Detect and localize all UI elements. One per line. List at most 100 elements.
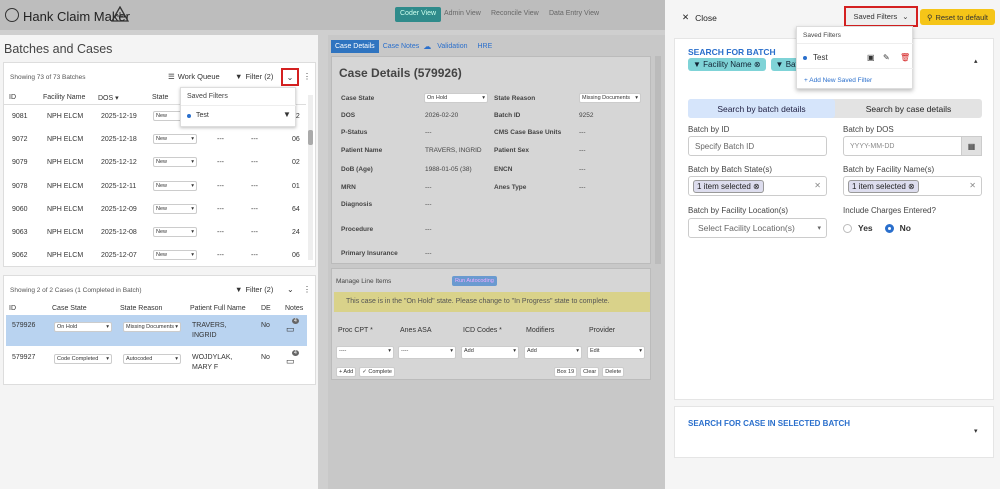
clear-button[interactable]: Clear [580,367,600,377]
scrollbar[interactable] [655,56,661,264]
col5-cell: --- [217,136,224,144]
caret-up-icon[interactable]: ▴ [974,57,978,65]
field-label: Primary Insurance [341,250,398,257]
line-item-input[interactable]: ---- ▾ [336,346,394,359]
add-line-button[interactable]: + Add [336,367,357,377]
tab-case-notes[interactable]: Case Notes [379,40,424,53]
bullet-icon [803,55,807,60]
state-reason-select[interactable]: Missing Documents ▾ [123,322,181,332]
case-col-reason[interactable]: State Reason [120,305,162,312]
radio-no[interactable] [884,223,894,233]
saved-filter-item-test[interactable]: Test [187,112,209,119]
tab-case-details[interactable]: Case Details [331,40,379,53]
case-col-name[interactable]: Patient Full Name [190,305,246,312]
col-facility[interactable]: Facility Name [43,94,85,101]
notes-count-badge: 4 [292,318,299,324]
save-icon[interactable]: ▣ [867,53,875,62]
facility-name-select[interactable]: 1 item selected ⊗ ✕ [843,176,982,196]
batch-state-select[interactable]: New▾ [153,203,197,214]
dos-cell: 2025-12-08 [101,229,137,236]
state-reason-select[interactable]: Autocoded ▾ [123,354,181,364]
radio-yes[interactable] [843,223,852,233]
batch-state-select[interactable]: New▾ [153,157,197,168]
delete-button[interactable]: Delete [602,367,625,377]
patient-name-cell: TRAVERS, [192,322,227,329]
edit-icon[interactable]: ✎ [883,53,890,62]
batch-id-cell: 9060 [12,205,28,213]
batch-filter-button[interactable]: ▼ Filter (2) [235,72,273,81]
facility-name-label: Batch by Facility Name(s) [843,165,935,174]
line-item-column-header: Proc CPT * [338,327,373,334]
case-filter-button[interactable]: ▼ Filter (2) [235,285,273,294]
line-item-column-header: Modifiers [526,327,555,334]
field-value: 2026-02-20 [425,112,459,119]
caret-down-icon: ▾ [388,348,391,354]
patient-name-cell: MARY F [192,364,219,371]
clear-icon[interactable]: ✕ [814,181,821,190]
field-value: --- [579,147,586,154]
nav-reconcile-view[interactable]: Reconcile View [486,7,544,22]
reset-default-button[interactable]: ⚲ Reset to default [920,9,995,25]
line-item-input[interactable]: Edit ▾ [587,346,645,359]
caret-down-icon[interactable]: ▾ [974,427,978,435]
notes-icon[interactable]: ▭ 4 [286,318,299,335]
kebab-menu-icon[interactable]: ⋮ [303,72,311,81]
case-state-select[interactable]: On Hold ▾ [424,93,488,103]
line-item-input[interactable]: Add ▾ [524,346,582,359]
case-details-title: Case Details (579926) [339,66,462,80]
saved-filter-toggle[interactable]: ⌄ [281,68,299,86]
case-col-notes[interactable]: Notes [285,305,303,312]
close-button[interactable]: ✕ Close [682,12,717,23]
clear-icon[interactable]: ✕ [969,181,976,190]
active-filter-chips: ▼ Facility Name ⊗ ▼ Bat [688,58,803,71]
batch-state-select[interactable]: New▾ [153,227,197,237]
caret-down-icon: ▾ [191,159,194,166]
col7-cell: 02 [292,159,300,167]
kebab-menu-icon[interactable]: ⋮ [303,285,311,294]
filter-icon[interactable]: ▼ [283,110,291,119]
trash-icon[interactable]: 🗑 [900,53,910,62]
line-item-input[interactable]: ---- ▾ [398,346,456,359]
scrollbar[interactable] [308,95,313,260]
saved-filters-button[interactable]: Saved Filters ⌄ [844,6,918,27]
case-state-select[interactable]: Code Completed ▾ [54,354,112,364]
batch-state-select[interactable]: New▾ [153,180,197,191]
state-reason-select[interactable]: Missing Documents ▾ [579,93,641,103]
tab-search-batch-details[interactable]: Search by batch details [688,99,835,118]
batch-id-input[interactable]: Specify Batch ID [688,136,827,156]
case-col-id[interactable]: ID [9,305,16,312]
chip-facility-name[interactable]: ▼ Facility Name ⊗ [688,58,766,71]
col-state[interactable]: State [152,94,168,101]
sf-item-test[interactable]: Test [803,53,828,62]
tab-validation[interactable]: Validation [431,40,473,53]
nav-coder-view[interactable]: Coder View [395,7,442,22]
complete-button[interactable]: ✓ Complete [359,367,395,377]
tab-search-case-details[interactable]: Search by case details [835,99,982,118]
chevron-down-icon[interactable]: ⌄ [287,285,294,294]
run-autocoding-button[interactable]: Run Autocoding [452,276,497,286]
caret-down-icon: ▾ [576,348,579,354]
case-col-state[interactable]: Case State [52,305,87,312]
notes-icon[interactable]: ▭ 4 [286,350,299,367]
facility-location-select[interactable]: Select Facility Location(s) ▾ [688,218,827,238]
col-dos[interactable]: DOS ▾ [98,94,119,102]
batches-count: Showing 73 of 73 Batches [10,74,86,81]
field-value: TRAVERS, INGRID [425,147,482,154]
calendar-icon[interactable]: ▦ [961,136,982,156]
batch-state-select[interactable]: New▾ [153,134,197,145]
add-saved-filter-link[interactable]: + Add New Saved Filter [804,77,872,84]
filter-icon: ▼ [235,72,243,81]
case-col-de[interactable]: DE [261,305,271,312]
nav-data-entry-view[interactable]: Data Entry View [544,7,604,22]
col-id[interactable]: ID [9,94,16,101]
field-label: P-Status [341,129,368,136]
caret-down-icon: ▾ [639,348,642,354]
batch-state-select[interactable]: New▾ [153,250,197,261]
case-state-select[interactable]: On Hold ▾ [54,322,112,332]
nav-admin-view[interactable]: Admin View [439,7,486,22]
line-item-input[interactable]: Add ▾ [461,346,519,359]
batch-state-select[interactable]: 1 item selected ⊗ ✕ [688,176,827,196]
box19-button[interactable]: Box 19 [554,367,578,377]
tab-hre[interactable]: HRE [474,40,497,53]
work-queue-button[interactable]: ☰ Work Queue [168,72,220,81]
